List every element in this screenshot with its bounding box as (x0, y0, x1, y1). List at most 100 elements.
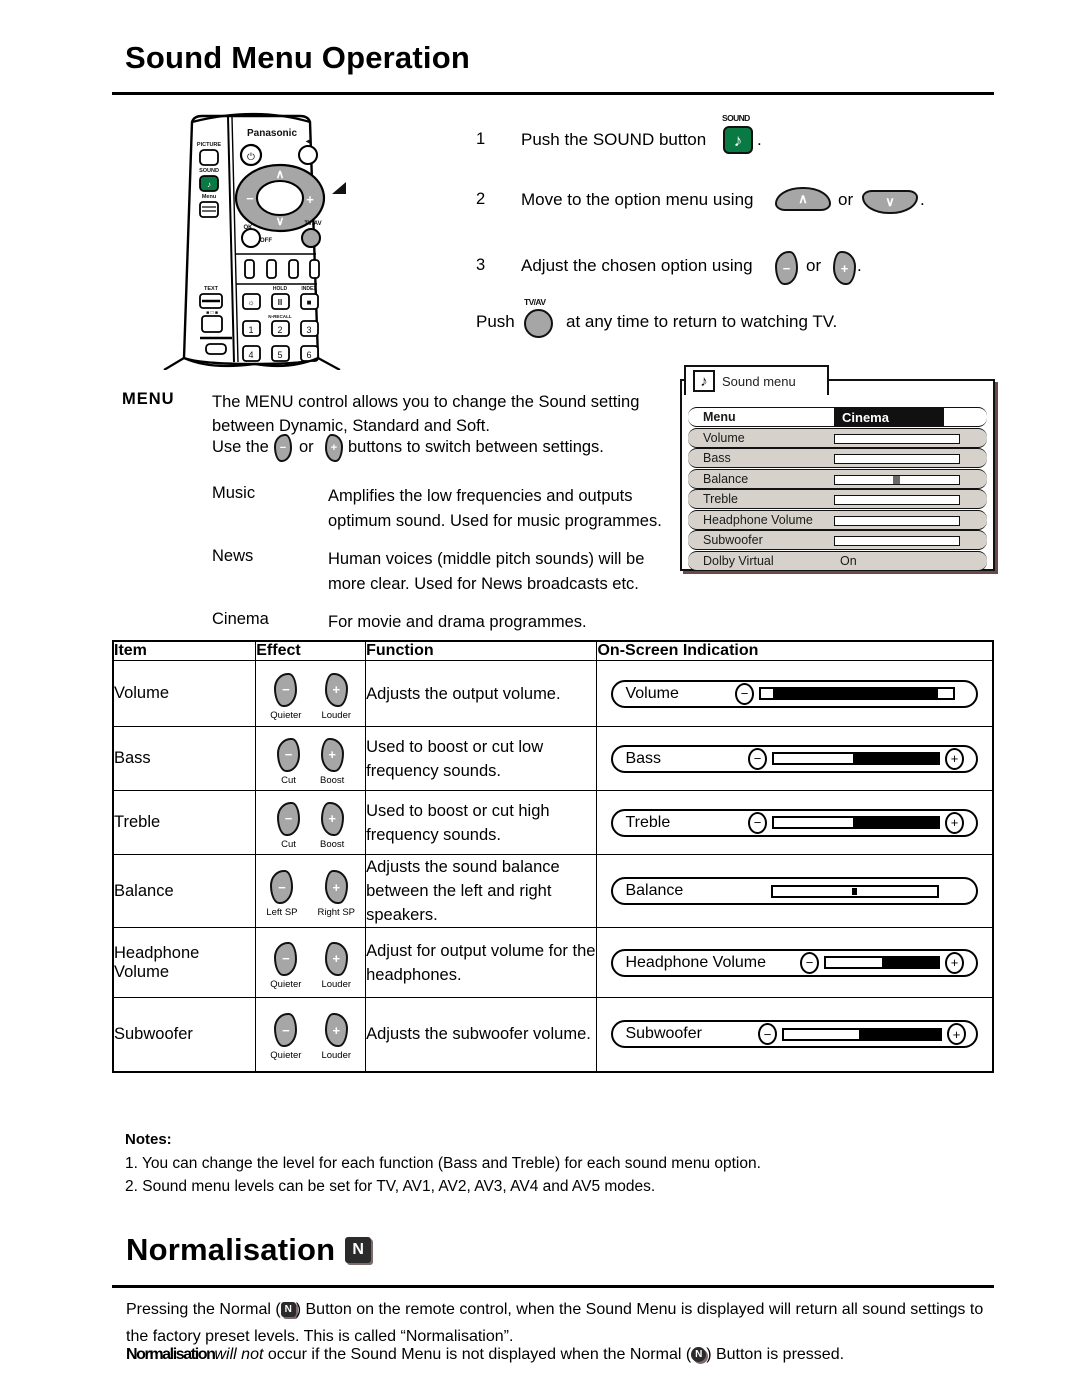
effect-plus[interactable]: + Boost (320, 737, 344, 786)
effect-plus[interactable]: + Louder (321, 672, 351, 721)
svg-text:OFF: OFF (260, 238, 272, 244)
minus-button-icon[interactable]: − (277, 801, 301, 836)
osi-bar[interactable] (771, 884, 939, 898)
down-button-icon[interactable]: ∨ (862, 190, 918, 214)
plus-button-icon[interactable]: + (320, 737, 344, 772)
osd-row-label: Headphone Volume (703, 512, 813, 527)
osd-row-balance[interactable]: Balance (688, 468, 987, 489)
osi-pill[interactable]: Balance (611, 877, 978, 905)
effect-minus[interactable]: − Quieter (270, 1013, 301, 1061)
osd-row-menu[interactable]: Menu Cinema (688, 407, 987, 427)
svg-text:SOUND: SOUND (199, 168, 219, 174)
row-item: Headphone Volume (112, 927, 257, 998)
effect-minus[interactable]: − Quieter (270, 941, 301, 990)
osd-bar[interactable] (834, 454, 960, 464)
osi-control[interactable]: − (735, 682, 960, 705)
osi-pill[interactable]: Subwoofer − + (611, 1020, 978, 1049)
definition-desc-music: Amplifies the low frequencies and output… (328, 487, 662, 530)
minus-circle-icon[interactable]: − (735, 682, 754, 705)
osi-bar-fill (882, 958, 938, 967)
plus-circle-icon[interactable]: + (945, 951, 964, 974)
effect-minus[interactable]: − Left SP (266, 870, 298, 918)
plus-button-icon[interactable]: + (324, 870, 348, 904)
note-item-2: 2. Sound menu levels can be set for TV, … (125, 1178, 656, 1195)
osi-control[interactable]: − + (748, 747, 964, 770)
plus-button-icon[interactable]: + (833, 251, 856, 285)
svg-text:+: + (306, 192, 314, 207)
osi-label: Balance (625, 882, 684, 899)
sound-button-icon[interactable]: ♪ (723, 126, 753, 154)
effect-minus[interactable]: − Cut (277, 801, 301, 850)
osi-control[interactable]: − + (800, 951, 964, 974)
effect-minus[interactable]: − Quieter (270, 672, 301, 721)
plus-circle-icon[interactable]: + (945, 747, 964, 770)
plus-button-icon[interactable]: + (324, 672, 348, 707)
step-3-number: 3 (476, 256, 486, 274)
osi-pill[interactable]: Bass − + (611, 744, 978, 773)
osd-row-headphone-volume[interactable]: Headphone Volume (688, 509, 987, 530)
minus-circle-icon[interactable]: − (758, 1023, 777, 1046)
plus-button-icon[interactable]: + (320, 801, 344, 836)
settings-table: Item Effect Function On-Screen Indicatio… (112, 640, 994, 1073)
osd-bar[interactable] (834, 515, 960, 526)
minus-circle-icon[interactable]: − (800, 951, 819, 974)
plus-icon: + (950, 815, 959, 830)
minus-button-icon[interactable]: − (775, 251, 798, 285)
osd-row-volume[interactable]: Volume (688, 427, 987, 448)
effect-plus[interactable]: + Louder (321, 1013, 351, 1061)
minus-button-icon[interactable]: − (274, 672, 298, 707)
osi-control[interactable] (766, 884, 944, 898)
minus-button-icon[interactable]: − (277, 737, 301, 772)
minus-button-icon[interactable]: − (274, 941, 298, 976)
osi-bar[interactable] (759, 687, 955, 700)
osd-row-subwoofer[interactable]: Subwoofer (688, 530, 987, 550)
row-onscreen: Balance (596, 854, 994, 928)
menu-block-paragraph: The MENU control allows you to change th… (212, 393, 640, 435)
osi-bar[interactable] (782, 1027, 942, 1041)
osi-control[interactable]: − + (758, 1023, 966, 1046)
osd-bar[interactable] (834, 433, 960, 444)
minus-circle-icon[interactable]: − (748, 811, 767, 834)
plus-circle-icon[interactable]: + (947, 1023, 966, 1046)
effect-minus[interactable]: − Cut (277, 737, 301, 786)
plus-circle-icon[interactable]: + (945, 811, 964, 834)
push-line-before: Push (476, 312, 515, 331)
osd-row-dolby-virtual[interactable]: Dolby Virtual On (688, 550, 987, 571)
osi-control[interactable]: − + (748, 811, 964, 834)
osd-row-treble[interactable]: Treble (688, 489, 987, 509)
plus-button-icon[interactable]: + (324, 1013, 348, 1048)
definition-desc-news: Human voices (middle pitch sounds) will … (328, 550, 645, 593)
definition-term-music: Music (212, 484, 256, 502)
onscreen-display-preview: ♪ Sound menu Menu Cinema Volume Bass Bal… (680, 365, 998, 577)
effect-plus[interactable]: + Right SP (318, 870, 355, 918)
tvav-button-icon[interactable] (524, 309, 553, 338)
minus-button-icon[interactable]: − (270, 870, 294, 904)
minus-button-icon[interactable]: − (274, 1013, 298, 1048)
osi-pill[interactable]: Headphone Volume − + (611, 948, 978, 977)
up-button-icon[interactable]: ∧ (775, 187, 831, 211)
osi-bar[interactable] (824, 956, 940, 969)
osi-bar[interactable] (772, 752, 940, 765)
osd-row-bass[interactable]: Bass (688, 448, 987, 468)
svg-text:HOLD: HOLD (273, 286, 288, 292)
effect-minus-caption: Quieter (270, 1050, 302, 1062)
effect-plus[interactable]: + Louder (321, 941, 351, 990)
effect-plus[interactable]: + Boost (320, 801, 344, 850)
menu-minus-button-icon[interactable]: − (274, 434, 292, 462)
plus-button-icon[interactable]: + (324, 941, 348, 976)
osd-tab-title: Sound menu (722, 373, 796, 389)
osi-bar[interactable] (772, 816, 940, 829)
normalisation-title: Normalisation (126, 1232, 336, 1267)
osd-bar[interactable] (834, 474, 960, 485)
osd-bar[interactable] (834, 536, 960, 546)
minus-circle-icon[interactable]: − (748, 747, 767, 770)
svg-text:TEXT: TEXT (204, 286, 219, 292)
menu-plus-button-icon[interactable]: + (325, 434, 343, 462)
svg-text:■ □ ■: ■ □ ■ (206, 310, 218, 316)
plus-icon: + (330, 441, 338, 454)
osd-bar[interactable] (834, 495, 960, 505)
push-line-after: at any time to return to watching TV. (566, 312, 838, 331)
row-onscreen: Volume − (596, 660, 994, 727)
osi-pill[interactable]: Volume − (611, 679, 978, 708)
osi-pill[interactable]: Treble − + (611, 808, 978, 837)
